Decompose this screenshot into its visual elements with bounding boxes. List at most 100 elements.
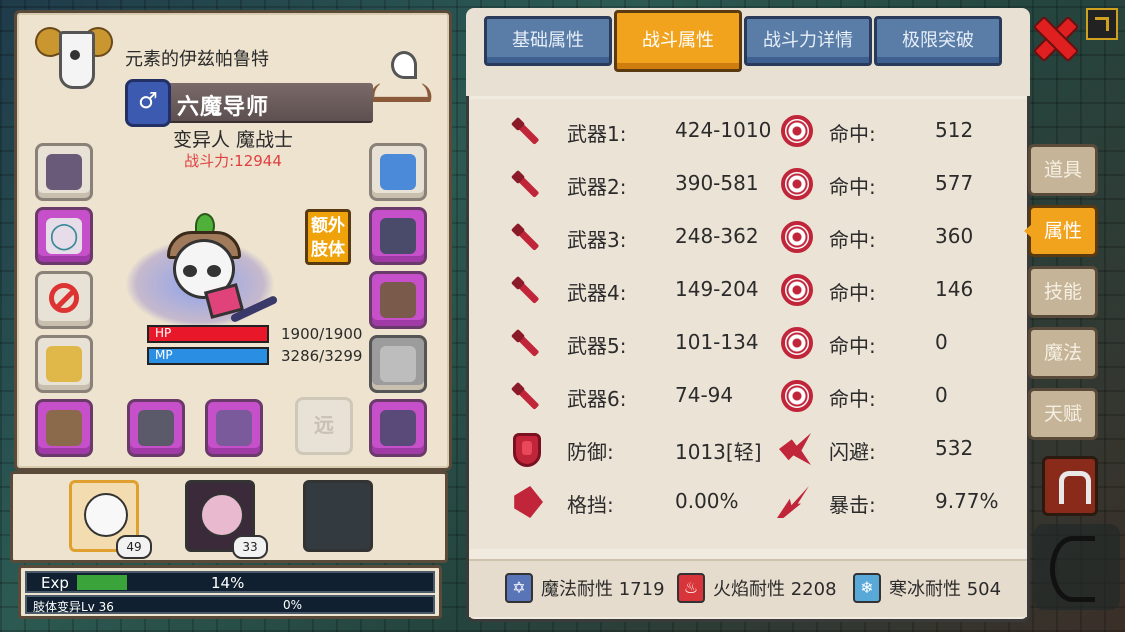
male-gender-icon: ♂ bbox=[125, 79, 171, 127]
side-tab-attributes[interactable]: 属性 bbox=[1024, 205, 1098, 257]
side-tab-skills[interactable]: 技能 bbox=[1028, 266, 1098, 318]
class-name: 六魔导师 bbox=[177, 95, 270, 120]
stat-label: 防御: bbox=[567, 440, 614, 464]
no-entry-icon bbox=[49, 283, 79, 313]
stat-label: 武器4: bbox=[567, 281, 627, 305]
stat-label: 暴击: bbox=[829, 493, 876, 517]
weapon-axe-slot[interactable] bbox=[127, 399, 185, 457]
empty-slot-blocked[interactable] bbox=[35, 271, 93, 329]
sword-icon bbox=[509, 380, 541, 412]
ranged-slot-label: 远 bbox=[314, 413, 334, 437]
crown-slot[interactable] bbox=[369, 143, 427, 201]
stat-label: 武器1: bbox=[567, 122, 627, 146]
ranged-slot[interactable]: 远 bbox=[295, 397, 353, 455]
mutation-bar: 肢体变异Lv 36 0% bbox=[25, 595, 435, 614]
stat-value: 512 bbox=[935, 118, 974, 142]
tab-basic-attributes[interactable]: 基础属性 bbox=[484, 16, 612, 66]
mutation-label: 肢体变异Lv 36 bbox=[33, 600, 114, 614]
tab-combat-power-details[interactable]: 战斗力详情 bbox=[744, 16, 872, 66]
combat-stats-list: 武器1: 424-1010 命中: 512 武器2: 390-581 命中: 5… bbox=[469, 99, 1027, 549]
accessory-slot[interactable] bbox=[35, 399, 93, 457]
mp-label: MP bbox=[155, 348, 173, 362]
companion-empty-slot[interactable] bbox=[303, 480, 373, 552]
fire-resistance: 火焰耐性 2208 bbox=[713, 579, 837, 600]
ice-resistance: 寒冰耐性 504 bbox=[889, 579, 1002, 600]
side-tab-talents[interactable]: 天赋 bbox=[1028, 388, 1098, 440]
extra-body-button[interactable]: 额外肢体 bbox=[305, 209, 351, 265]
tab-limit-break[interactable]: 极限突破 bbox=[874, 16, 1002, 66]
stat-value: 149-204 bbox=[675, 277, 759, 301]
stat-label: 命中: bbox=[829, 228, 876, 252]
stat-label: 武器2: bbox=[567, 175, 627, 199]
side-tab-items[interactable]: 道具 bbox=[1028, 144, 1098, 196]
stat-row: 防御: 1013[轻] 闪避: 532 bbox=[469, 431, 1027, 471]
stat-value: 0 bbox=[935, 330, 948, 354]
armor-slot[interactable] bbox=[35, 335, 93, 393]
crit-icon bbox=[777, 486, 809, 518]
block-icon bbox=[514, 486, 543, 518]
sword-icon bbox=[509, 221, 541, 253]
stat-label: 命中: bbox=[829, 122, 876, 146]
stat-label: 格挡: bbox=[567, 493, 614, 517]
stat-value: 532 bbox=[935, 436, 974, 460]
exp-percent: 14% bbox=[211, 574, 245, 592]
exp-label: Exp bbox=[41, 574, 69, 592]
stat-value: 146 bbox=[935, 277, 974, 301]
stat-row: 武器3: 248-362 命中: 360 bbox=[469, 219, 1027, 259]
shield-icon bbox=[513, 433, 541, 467]
player-name: 元素的伊兹帕鲁特 bbox=[125, 49, 269, 70]
character-avatar bbox=[125, 209, 279, 339]
helmet-slot[interactable] bbox=[35, 143, 93, 201]
target-icon bbox=[781, 221, 813, 253]
stats-panel: 基础属性 战斗属性 战斗力详情 极限突破 武器1: 424-1010 命中: 5… bbox=[466, 8, 1030, 622]
tab-strip: 基础属性 战斗属性 战斗力详情 极限突破 bbox=[466, 8, 1030, 96]
stat-value: 360 bbox=[935, 224, 974, 248]
stat-value: 577 bbox=[935, 171, 974, 195]
companion-girl[interactable]: 33 bbox=[185, 480, 268, 559]
hp-bar: HP bbox=[147, 325, 269, 343]
stat-value: 9.77% bbox=[935, 489, 999, 513]
stat-value: 0 bbox=[935, 383, 948, 407]
ice-resist-icon: ❄ bbox=[853, 573, 881, 603]
side-tab-magic[interactable]: 魔法 bbox=[1028, 327, 1098, 379]
sword-icon bbox=[509, 274, 541, 306]
stat-value: 1013[轻] bbox=[675, 440, 762, 464]
exp-fill bbox=[77, 575, 127, 590]
exp-area: Exp 14% 肢体变异Lv 36 0% bbox=[18, 565, 442, 619]
wardrobe-hanger-icon[interactable] bbox=[365, 51, 437, 103]
target-icon bbox=[781, 380, 813, 412]
stat-label: 武器3: bbox=[567, 228, 627, 252]
gauntlet-slot[interactable] bbox=[369, 207, 427, 265]
companion-panda[interactable]: 49 bbox=[69, 480, 152, 559]
stat-label: 武器5: bbox=[567, 334, 627, 358]
weapon-staff-slot[interactable] bbox=[205, 399, 263, 457]
magic-resist-icon: ✡ bbox=[505, 573, 533, 603]
expand-map-icon[interactable] bbox=[1086, 8, 1118, 40]
locked-slot[interactable] bbox=[369, 335, 427, 393]
stat-row: 武器6: 74-94 命中: 0 bbox=[469, 378, 1027, 418]
stat-label: 命中: bbox=[829, 387, 876, 411]
necklace-slot[interactable]: ◯ bbox=[35, 207, 93, 265]
bow-attack-icon[interactable] bbox=[1034, 524, 1120, 610]
belt-slot[interactable] bbox=[369, 271, 427, 329]
target-icon bbox=[781, 168, 813, 200]
magic-resistance: 魔法耐性 1719 bbox=[541, 579, 665, 600]
stat-value: 390-581 bbox=[675, 171, 759, 195]
hp-label: HP bbox=[155, 326, 172, 340]
close-icon[interactable] bbox=[1034, 16, 1074, 56]
mp-bar: MP bbox=[147, 347, 269, 365]
character-panel: 元素的伊兹帕鲁特 ♂ 六魔导师 变异人 魔战士 战斗力:12944 ◯ 远 额外… bbox=[14, 10, 452, 471]
stat-row: 武器4: 149-204 命中: 146 bbox=[469, 272, 1027, 312]
target-icon bbox=[781, 274, 813, 306]
tab-combat-attributes[interactable]: 战斗属性 bbox=[614, 10, 742, 72]
menu-gate-icon[interactable] bbox=[1042, 456, 1098, 516]
companion-strip: 49 33 bbox=[10, 471, 448, 563]
ring-slot[interactable] bbox=[369, 399, 427, 457]
resistances-bar: ✡ 魔法耐性 1719 ♨ 火焰耐性 2208 ❄ 寒冰耐性 504 bbox=[469, 559, 1027, 617]
fire-resist-icon: ♨ bbox=[677, 573, 705, 603]
stat-row: 武器2: 390-581 命中: 577 bbox=[469, 166, 1027, 206]
mp-value: 3286/3299 bbox=[281, 347, 363, 365]
stat-label: 闪避: bbox=[829, 440, 876, 464]
stat-value: 101-134 bbox=[675, 330, 759, 354]
target-icon bbox=[781, 327, 813, 359]
